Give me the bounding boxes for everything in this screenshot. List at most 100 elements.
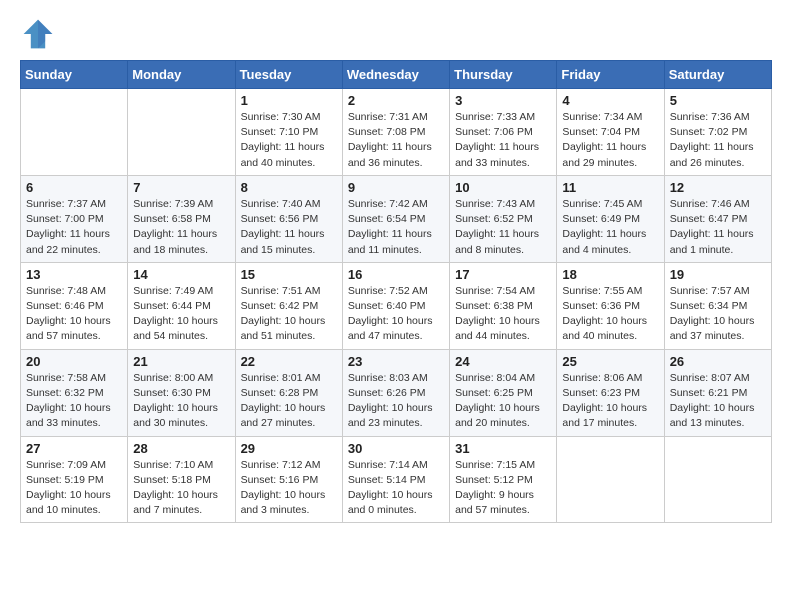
weekday-header-saturday: Saturday [664,61,771,89]
day-info: Sunrise: 7:51 AMSunset: 6:42 PMDaylight:… [241,284,337,345]
calendar-week-3: 13 Sunrise: 7:48 AMSunset: 6:46 PMDayligh… [21,262,772,349]
calendar-cell: 7 Sunrise: 7:39 AMSunset: 6:58 PMDaylight… [128,175,235,262]
day-info: Sunrise: 7:57 AMSunset: 6:34 PMDaylight:… [670,284,766,345]
day-number: 6 [26,180,122,195]
day-number: 8 [241,180,337,195]
day-number: 22 [241,354,337,369]
day-info: Sunrise: 7:55 AMSunset: 6:36 PMDaylight:… [562,284,658,345]
day-number: 10 [455,180,551,195]
calendar-week-4: 20 Sunrise: 7:58 AMSunset: 6:32 PMDayligh… [21,349,772,436]
day-number: 21 [133,354,229,369]
day-number: 18 [562,267,658,282]
day-info: Sunrise: 7:37 AMSunset: 7:00 PMDaylight:… [26,197,122,258]
day-info: Sunrise: 7:31 AMSunset: 7:08 PMDaylight:… [348,110,444,171]
calendar-header: SundayMondayTuesdayWednesdayThursdayFrid… [21,61,772,89]
day-number: 29 [241,441,337,456]
calendar-cell [21,89,128,176]
calendar-cell: 30 Sunrise: 7:14 AMSunset: 5:14 PMDayligh… [342,436,449,523]
day-number: 17 [455,267,551,282]
page: SundayMondayTuesdayWednesdayThursdayFrid… [0,0,792,543]
calendar-week-5: 27 Sunrise: 7:09 AMSunset: 5:19 PMDayligh… [21,436,772,523]
day-info: Sunrise: 8:00 AMSunset: 6:30 PMDaylight:… [133,371,229,432]
calendar-cell: 18 Sunrise: 7:55 AMSunset: 6:36 PMDayligh… [557,262,664,349]
day-number: 9 [348,180,444,195]
day-number: 5 [670,93,766,108]
day-number: 4 [562,93,658,108]
calendar-cell: 23Sunrise: 8:03 AMSunset: 6:26 PMDayligh… [342,349,449,436]
calendar-cell: 26 Sunrise: 8:07 AMSunset: 6:21 PMDayligh… [664,349,771,436]
day-info: Sunrise: 7:42 AMSunset: 6:54 PMDaylight:… [348,197,444,258]
day-info: Sunrise: 7:48 AMSunset: 6:46 PMDaylight:… [26,284,122,345]
header [20,16,772,52]
day-number: 16 [348,267,444,282]
day-info: Sunrise: 7:34 AMSunset: 7:04 PMDaylight:… [562,110,658,171]
day-info: Sunrise: 7:30 AMSunset: 7:10 PMDaylight:… [241,110,337,171]
day-number: 3 [455,93,551,108]
day-info: Sunrise: 7:45 AMSunset: 6:49 PMDaylight:… [562,197,658,258]
day-info: Sunrise: 7:46 AMSunset: 6:47 PMDaylight:… [670,197,766,258]
logo-icon [20,16,56,52]
day-number: 7 [133,180,229,195]
day-info: Sunrise: 7:49 AMSunset: 6:44 PMDaylight:… [133,284,229,345]
day-info: Sunrise: 8:04 AMSunset: 6:25 PMDaylight:… [455,371,551,432]
calendar-cell [128,89,235,176]
day-info: Sunrise: 7:15 AMSunset: 5:12 PMDaylight:… [455,458,551,519]
calendar-cell: 15 Sunrise: 7:51 AMSunset: 6:42 PMDayligh… [235,262,342,349]
day-info: Sunrise: 8:07 AMSunset: 6:21 PMDaylight:… [670,371,766,432]
calendar-cell: 29 Sunrise: 7:12 AMSunset: 5:16 PMDayligh… [235,436,342,523]
calendar-cell [664,436,771,523]
day-info: Sunrise: 7:09 AMSunset: 5:19 PMDaylight:… [26,458,122,519]
day-info: Sunrise: 7:36 AMSunset: 7:02 PMDaylight:… [670,110,766,171]
day-info: Sunrise: 8:06 AMSunset: 6:23 PMDaylight:… [562,371,658,432]
day-number: 20 [26,354,122,369]
calendar-cell: 8 Sunrise: 7:40 AMSunset: 6:56 PMDaylight… [235,175,342,262]
day-info: Sunrise: 7:39 AMSunset: 6:58 PMDaylight:… [133,197,229,258]
calendar-body: 1 Sunrise: 7:30 AMSunset: 7:10 PMDaylight… [21,89,772,523]
logo [20,16,58,52]
calendar-cell: 13 Sunrise: 7:48 AMSunset: 6:46 PMDayligh… [21,262,128,349]
calendar-cell: 12Sunrise: 7:46 AMSunset: 6:47 PMDayligh… [664,175,771,262]
day-number: 11 [562,180,658,195]
calendar-cell: 11 Sunrise: 7:45 AMSunset: 6:49 PMDayligh… [557,175,664,262]
day-number: 2 [348,93,444,108]
day-number: 15 [241,267,337,282]
calendar-cell: 31 Sunrise: 7:15 AMSunset: 5:12 PMDayligh… [450,436,557,523]
calendar-cell: 17 Sunrise: 7:54 AMSunset: 6:38 PMDayligh… [450,262,557,349]
day-number: 26 [670,354,766,369]
day-number: 13 [26,267,122,282]
day-number: 1 [241,93,337,108]
day-info: Sunrise: 7:14 AMSunset: 5:14 PMDaylight:… [348,458,444,519]
day-info: Sunrise: 7:10 AMSunset: 5:18 PMDaylight:… [133,458,229,519]
day-number: 30 [348,441,444,456]
weekday-header-sunday: Sunday [21,61,128,89]
weekday-header-thursday: Thursday [450,61,557,89]
day-info: Sunrise: 8:03 AMSunset: 6:26 PMDaylight:… [348,371,444,432]
day-info: Sunrise: 7:40 AMSunset: 6:56 PMDaylight:… [241,197,337,258]
day-info: Sunrise: 7:43 AMSunset: 6:52 PMDaylight:… [455,197,551,258]
day-number: 27 [26,441,122,456]
calendar-cell: 22 Sunrise: 8:01 AMSunset: 6:28 PMDayligh… [235,349,342,436]
calendar-cell: 28 Sunrise: 7:10 AMSunset: 5:18 PMDayligh… [128,436,235,523]
day-number: 28 [133,441,229,456]
weekday-header-monday: Monday [128,61,235,89]
calendar-cell: 5 Sunrise: 7:36 AMSunset: 7:02 PMDaylight… [664,89,771,176]
calendar-cell: 25Sunrise: 8:06 AMSunset: 6:23 PMDayligh… [557,349,664,436]
calendar-cell: 27 Sunrise: 7:09 AMSunset: 5:19 PMDayligh… [21,436,128,523]
day-info: Sunrise: 7:12 AMSunset: 5:16 PMDaylight:… [241,458,337,519]
day-info: Sunrise: 7:54 AMSunset: 6:38 PMDaylight:… [455,284,551,345]
calendar-week-2: 6 Sunrise: 7:37 AMSunset: 7:00 PMDaylight… [21,175,772,262]
calendar-table: SundayMondayTuesdayWednesdayThursdayFrid… [20,60,772,523]
calendar-cell [557,436,664,523]
day-number: 31 [455,441,551,456]
calendar-cell: 19Sunrise: 7:57 AMSunset: 6:34 PMDayligh… [664,262,771,349]
weekday-header-tuesday: Tuesday [235,61,342,89]
calendar-cell: 1 Sunrise: 7:30 AMSunset: 7:10 PMDaylight… [235,89,342,176]
day-info: Sunrise: 8:01 AMSunset: 6:28 PMDaylight:… [241,371,337,432]
calendar-cell: 21 Sunrise: 8:00 AMSunset: 6:30 PMDayligh… [128,349,235,436]
day-number: 14 [133,267,229,282]
day-info: Sunrise: 7:52 AMSunset: 6:40 PMDaylight:… [348,284,444,345]
weekday-header-wednesday: Wednesday [342,61,449,89]
calendar-cell: 20 Sunrise: 7:58 AMSunset: 6:32 PMDayligh… [21,349,128,436]
day-info: Sunrise: 7:58 AMSunset: 6:32 PMDaylight:… [26,371,122,432]
calendar-cell: 9 Sunrise: 7:42 AMSunset: 6:54 PMDaylight… [342,175,449,262]
